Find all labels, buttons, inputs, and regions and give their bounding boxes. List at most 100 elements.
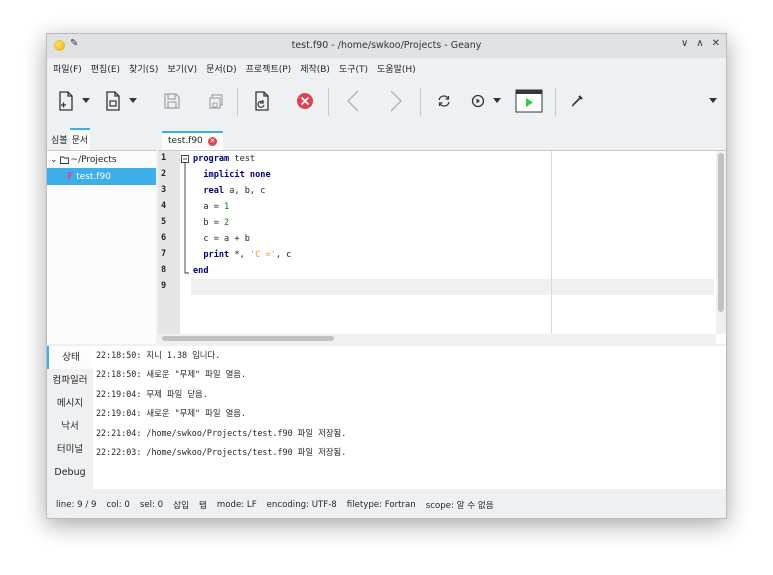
open-file-icon[interactable] — [102, 88, 124, 114]
code-line: program test — [193, 154, 256, 164]
tab-terminal[interactable]: 터미널 — [47, 438, 93, 461]
tree-file-label: test.f90 — [76, 171, 111, 182]
open-file-dropdown-icon[interactable] — [128, 88, 138, 114]
tab-status[interactable]: 상태 — [47, 346, 93, 369]
current-line-highlight — [191, 279, 714, 295]
editor-tab-label: test.f90 — [168, 136, 203, 146]
save-all-icon[interactable] — [205, 88, 227, 114]
fortran-file-icon: F — [67, 171, 74, 182]
code-line: end — [193, 266, 209, 276]
line-number: 4 — [161, 201, 167, 211]
tab-compiler[interactable]: 컴파일러 — [47, 369, 93, 392]
tab-test-f90[interactable]: test.f90 ✕ — [162, 131, 223, 150]
list-item: 22:19:04: 무제 파일 닫음. — [96, 388, 208, 399]
folder-icon — [59, 156, 69, 164]
list-item: 22:22:03: /home/swkoo/Projects/test.f90 … — [96, 446, 347, 457]
code-line: implicit none — [203, 170, 271, 180]
new-file-dropdown-icon[interactable] — [81, 88, 91, 114]
window-title: test.f90 - /home/swkoo/Projects - Geany — [291, 40, 482, 51]
status-filetype: filetype: Fortran — [346, 499, 416, 510]
menu-document[interactable]: 문서(D) — [206, 62, 237, 75]
toolbar-separator — [555, 88, 556, 116]
menu-build[interactable]: 제작(B) — [300, 62, 330, 75]
line-number: 1 — [161, 153, 167, 163]
vertical-scrollbar[interactable] — [716, 151, 726, 334]
title-bar[interactable]: ✎ test.f90 - /home/swkoo/Projects - Gean… — [47, 34, 726, 58]
close-file-icon[interactable] — [294, 88, 316, 114]
code-line: print *, 'C =', c — [203, 250, 292, 260]
tree-folder-row[interactable]: ⌄ ~/Projects — [47, 151, 156, 168]
new-file-icon[interactable] — [55, 88, 77, 114]
geany-window: ✎ test.f90 - /home/swkoo/Projects - Gean… — [46, 33, 727, 519]
reload-icon[interactable] — [434, 88, 454, 114]
code-line: real a, b, c — [203, 186, 266, 196]
list-item: 22:19:04: 새로운 "무제" 파일 열음. — [96, 408, 247, 419]
tab-symbols[interactable]: 심볼 — [49, 130, 70, 150]
tree-folder-label: ~/Projects — [70, 154, 117, 165]
status-col: col: 0 — [106, 499, 130, 510]
tree-file-row[interactable]: F test.f90 — [47, 168, 156, 185]
line-number: 2 — [161, 169, 167, 179]
menu-help[interactable]: 도움말(H) — [377, 62, 416, 75]
menu-edit[interactable]: 편집(E) — [91, 62, 120, 75]
code-text[interactable]: program test implicit none real a, b, c … — [191, 151, 714, 334]
maximize-icon[interactable]: ∧ — [696, 38, 703, 49]
toolbar-separator — [420, 88, 421, 116]
code-line: c = a + b — [193, 234, 250, 244]
message-tabs: 상태 컴파일러 메시지 낙서 터미널 Debug — [47, 346, 93, 489]
status-indent-mode: 탭 — [198, 500, 207, 511]
line-number: 3 — [161, 185, 167, 195]
revert-icon[interactable] — [251, 88, 273, 114]
line-number: 7 — [161, 249, 167, 259]
status-insert-mode: 삽입 — [173, 500, 189, 511]
horizontal-scrollbar[interactable] — [158, 334, 716, 344]
run-icon[interactable] — [514, 88, 544, 114]
status-scope: scope: 알 수 없음 — [425, 500, 494, 511]
menu-view[interactable]: 보기(V) — [167, 62, 197, 75]
document-tree: ⌄ ~/Projects F test.f90 — [47, 151, 156, 344]
minimize-icon[interactable]: ∨ — [681, 38, 688, 49]
compile-dropdown-icon[interactable] — [492, 88, 502, 114]
list-item: 22:18:50: 지니 1.38 입니다. — [96, 350, 221, 360]
compile-icon[interactable] — [468, 88, 488, 114]
forward-icon[interactable] — [386, 88, 406, 114]
color-picker-icon[interactable] — [567, 88, 587, 114]
code-line: a = 1 — [193, 202, 230, 212]
main-panes: 심볼 문서 ⌄ ~/Projects F test.f90 test.f90 ✕… — [47, 126, 726, 344]
menu-file[interactable]: 파일(F) — [53, 62, 82, 75]
list-item: 22:18:50: 새로운 "무제" 파일 열음. — [96, 369, 247, 380]
sidebar: 심볼 문서 ⌄ ~/Projects F test.f90 — [47, 126, 156, 344]
save-icon[interactable] — [161, 88, 183, 114]
editor-area: test.f90 ✕ 1 2 3 4 5 6 7 8 9 program tes… — [158, 126, 726, 344]
tab-scribble[interactable]: 낙서 — [47, 415, 93, 438]
fold-marker-icon[interactable] — [180, 151, 191, 281]
code-editor[interactable]: 1 2 3 4 5 6 7 8 9 program test implicit … — [158, 151, 726, 344]
toolbar-separator — [237, 88, 238, 116]
status-log[interactable]: 22:18:50: 지니 1.38 입니다. 22:18:50: 새로운 "무제… — [93, 346, 726, 489]
status-sel: sel: 0 — [139, 499, 164, 510]
status-eol-mode: mode: LF — [216, 499, 257, 510]
long-line-marker — [551, 151, 552, 334]
back-icon[interactable] — [343, 88, 363, 114]
status-bar: line: 9 / 9 col: 0 sel: 0 삽입 탭 mode: LF … — [47, 489, 726, 518]
code-line: b = 2 — [193, 218, 230, 228]
fold-margin[interactable] — [180, 151, 191, 334]
expand-chevron-icon[interactable]: ⌄ — [50, 155, 58, 165]
menu-search[interactable]: 찾기(S) — [129, 62, 158, 75]
message-window: 상태 컴파일러 메시지 낙서 터미널 Debug 22:18:50: 지니 1.… — [47, 346, 726, 489]
tab-messages[interactable]: 메시지 — [47, 392, 93, 415]
close-tab-icon[interactable]: ✕ — [207, 136, 217, 146]
close-icon[interactable]: ✕ — [712, 38, 720, 49]
tab-documents[interactable]: 문서 — [69, 128, 91, 150]
toolbar-separator — [328, 88, 329, 116]
menu-tools[interactable]: 도구(T) — [339, 62, 368, 75]
menu-project[interactable]: 프로젝트(P) — [246, 62, 292, 75]
status-encoding: encoding: UTF-8 — [266, 499, 337, 510]
overflow-icon[interactable] — [706, 88, 720, 114]
line-number: 8 — [161, 265, 167, 275]
line-number: 6 — [161, 233, 167, 243]
line-number: 5 — [161, 217, 167, 227]
line-number: 9 — [161, 281, 167, 291]
tab-debug[interactable]: Debug — [47, 461, 93, 484]
list-item: 22:21:04: /home/swkoo/Projects/test.f90 … — [96, 427, 347, 438]
